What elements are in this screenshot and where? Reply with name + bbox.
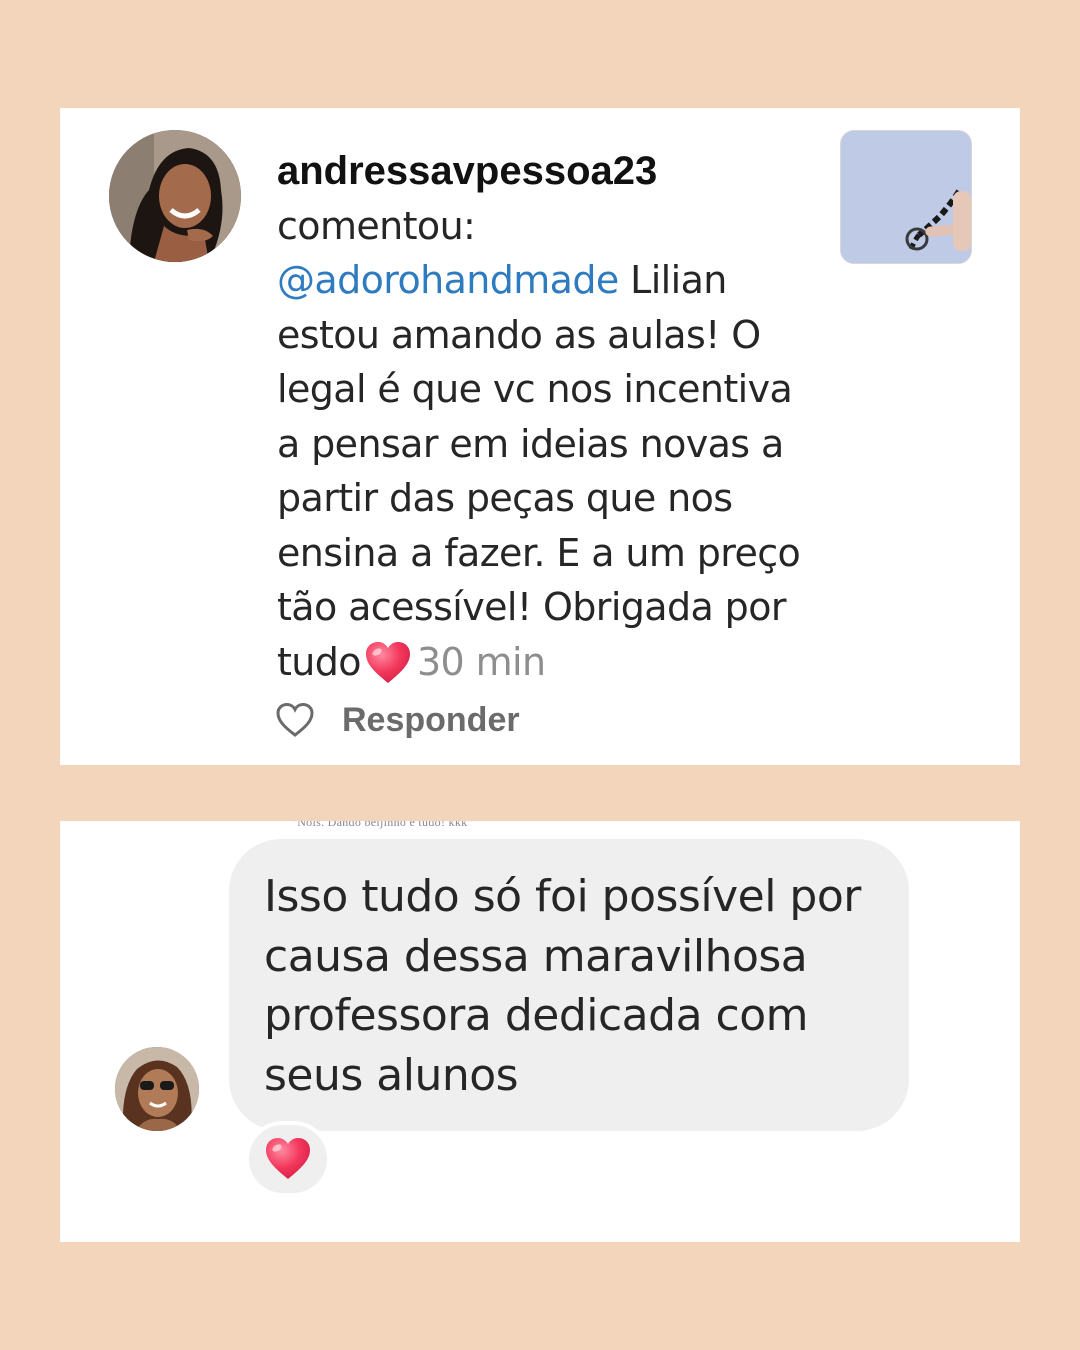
comment-action: comentou: <box>277 203 476 248</box>
reply-button[interactable]: Responder <box>342 701 520 740</box>
comment-timestamp: 30 min <box>416 639 546 684</box>
comment-actions: Responder <box>276 698 520 742</box>
message-reaction[interactable] <box>245 1121 331 1197</box>
heart-emoji-icon <box>365 641 410 683</box>
like-heart-icon[interactable] <box>276 702 314 738</box>
mention-link[interactable]: @adorohandmade <box>277 258 619 302</box>
message-bubble[interactable]: Isso tudo só foi possível por causa dess… <box>229 839 909 1131</box>
message-card: "Nois. Dando beijinho e tudo! kkk" Isso … <box>60 821 1020 1242</box>
commenter-username[interactable]: andressavpessoa23 <box>277 149 657 193</box>
comment-message: Lilian estou amando as aulas! O legal é … <box>277 258 801 684</box>
heart-reaction-icon <box>266 1138 310 1179</box>
sender-avatar[interactable] <box>115 1047 199 1131</box>
comment-text-block: andressavpessoa23 comentou: @adorohandma… <box>277 144 817 689</box>
cut-off-message-text: "Nois. Dando beijinho e tudo! kkk" <box>292 821 473 829</box>
commenter-avatar[interactable] <box>109 130 241 262</box>
post-thumbnail[interactable] <box>840 130 972 264</box>
comment-notification-card: andressavpessoa23 comentou: @adorohandma… <box>60 108 1020 765</box>
